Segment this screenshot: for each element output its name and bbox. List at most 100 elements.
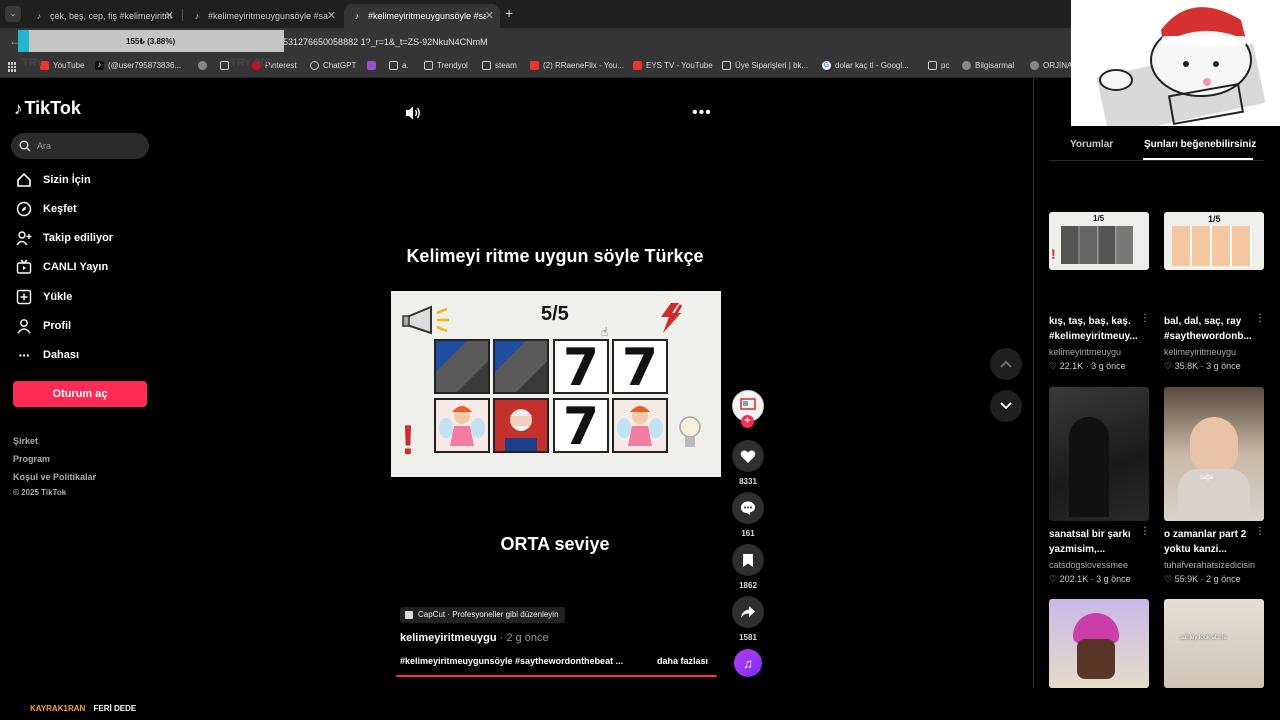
recommendation-stats: ♡ 55.9K · 2 g önce	[1164, 574, 1241, 584]
tab-close-icon[interactable]: ✕	[165, 9, 174, 22]
share-icon	[741, 606, 755, 618]
more-options-icon[interactable]: •••	[692, 104, 712, 122]
share-count: 1581	[739, 633, 757, 642]
music-disc-icon[interactable]: ♫	[734, 649, 762, 677]
recommendation-thumbnail[interactable]: 1/5 !	[1049, 212, 1149, 270]
recommendation-thumbnail[interactable]: sağa	[1164, 387, 1264, 521]
like-count: 8331	[739, 477, 757, 486]
bookmark-icon	[743, 553, 753, 567]
bookmark-bilgisarmal[interactable]: Bilgisarmal	[962, 61, 1014, 70]
folder-icon	[482, 61, 491, 70]
bookmark-chatgpt[interactable]: ChatGPT	[310, 61, 356, 70]
video-frame[interactable]: 5/5 7 7 7 ! ☝	[391, 291, 721, 477]
tab-close-icon[interactable]: ✕	[327, 9, 336, 22]
recommendation-title[interactable]: o zamanlar part 2	[1164, 527, 1254, 542]
bookmark-steam[interactable]: steam	[482, 61, 517, 70]
nav-canli-yayin[interactable]: CANLI Yayın	[15, 258, 108, 276]
recommendation-title[interactable]: bal, dal, saç, ray	[1164, 314, 1254, 329]
new-tab-button[interactable]: +	[505, 5, 513, 21]
video-caption-title: Kelimeyi ritme uygun söyle Türkçe	[406, 246, 704, 266]
nav-sizin-icin[interactable]: Sizin İçin	[15, 171, 91, 189]
bookmark-button[interactable]	[732, 544, 764, 576]
bookmark-youtube[interactable]: YouTube	[40, 61, 84, 70]
browser-tab-1[interactable]: ♪ çek, beş, cep, fiş #kelimeyiritme ✕	[26, 4, 180, 28]
tab-yorumlar[interactable]: Yorumlar	[1070, 139, 1113, 150]
share-button[interactable]	[732, 596, 764, 628]
recommendation-author[interactable]: kelimeyiritmeuygu	[1164, 347, 1236, 357]
footer-kosul[interactable]: Koşul ve Politikalar	[13, 472, 96, 482]
tab-title: çek, beş, cep, fiş #kelimeyiritme	[50, 11, 172, 21]
recommendation-thumbnail[interactable]	[1049, 387, 1149, 521]
follow-plus-button[interactable]: +	[741, 415, 754, 428]
heart-icon	[740, 450, 756, 463]
tab-search-button[interactable]: ⌄	[5, 6, 21, 22]
search-box[interactable]	[11, 133, 149, 159]
recommendation-more-icon[interactable]: ⋮	[1255, 526, 1265, 537]
cat-picture	[434, 339, 490, 394]
tiktok-icon: ♪	[36, 11, 42, 21]
previous-video-button[interactable]	[990, 348, 1022, 380]
recommendation-thumbnail[interactable]	[1049, 599, 1149, 688]
more-dots-icon: ···	[18, 347, 31, 363]
recommendation-thumbnail[interactable]: sahley look at me	[1164, 599, 1264, 688]
next-video-button[interactable]	[990, 390, 1022, 422]
apps-grid-icon[interactable]	[8, 62, 18, 72]
bookmark-rraeneflix[interactable]: (2) RRaeneFlix - You...	[530, 61, 624, 70]
document-icon	[722, 61, 731, 70]
recommendation-title-2[interactable]: yazmisim,...	[1049, 542, 1139, 557]
video-hashtags[interactable]: #kelimeyiritmeuygunsöyle #saythewordonth…	[400, 656, 623, 666]
recommendation-more-icon[interactable]: ⋮	[1255, 313, 1265, 324]
tab-sunlari-begenebilirsiniz[interactable]: Şunları beğenebilirsiniz	[1144, 139, 1256, 150]
recommendation-more-icon[interactable]: ⋮	[1140, 526, 1150, 537]
capcut-badge[interactable]: CapCut · Profesyoneller gibi düzenleyin	[400, 607, 565, 623]
bookmark-a[interactable]: a.	[389, 61, 409, 70]
like-button[interactable]	[732, 440, 764, 472]
recommendation-author[interactable]: catsdogslovessmee	[1049, 560, 1128, 570]
show-more-link[interactable]: daha fazlası	[657, 656, 708, 666]
recommendation-title[interactable]: kış, taş, baş, kaş.	[1049, 314, 1139, 329]
bookmark-pc[interactable]: pc	[928, 61, 949, 70]
tab-close-icon[interactable]: ✕	[485, 9, 494, 22]
recommendation-title-2[interactable]: #saythewordonb...	[1164, 329, 1254, 344]
video-author[interactable]: kelimeyiritmeuygu · 2 g önce	[400, 632, 549, 644]
recommendation-title[interactable]: sanatsal bir şarkı	[1049, 527, 1139, 542]
footer-sirket[interactable]: Şirket	[13, 436, 38, 446]
bookmark-eys-tv[interactable]: EYS TV - YouTube	[633, 61, 713, 70]
lightbulb-icon	[677, 413, 703, 458]
recommendation-stats: ♡ 35.8K · 3 g önce	[1164, 361, 1241, 371]
recommendation-title-2[interactable]: #kelimeyiritmeuy...	[1049, 329, 1139, 344]
compass-icon	[15, 200, 33, 218]
nav-kesfet[interactable]: Keşfet	[15, 200, 77, 218]
bookmark-tiktok-user[interactable]: ♪ (@user795873836...	[95, 61, 181, 70]
nav-dahasi[interactable]: ··· Dahası	[15, 346, 80, 364]
folder-icon	[389, 61, 398, 70]
volume-icon[interactable]	[404, 105, 422, 126]
video-progress-bar[interactable]	[396, 675, 717, 677]
browser-tab-2[interactable]: ♪ #kelimeyiritmeuygunsöyle #say ✕	[184, 4, 342, 28]
url-text[interactable]: 531276650058882 1?_r=1&_t=ZS-92NkuN4CNmM	[283, 37, 488, 47]
nav-yukle[interactable]: Yükle	[15, 288, 72, 306]
recommendation-more-icon[interactable]: ⋮	[1140, 313, 1150, 324]
nav-takip-ediliyor[interactable]: Takip ediliyor	[15, 229, 113, 247]
tiktok-logo[interactable]: ♪ TikTok	[14, 98, 81, 119]
nav-profil[interactable]: Profil	[15, 317, 71, 335]
footer-program[interactable]: Program	[13, 454, 50, 464]
login-button[interactable]: Oturum aç	[13, 381, 147, 407]
recommendation-author[interactable]: kelimeyiritmeuygu	[1049, 347, 1121, 357]
browser-tab-3-active[interactable]: ♪ #kelimeyiritmeuygunsöyle #say ✕	[344, 4, 500, 28]
bookmark-dolar[interactable]: Gdolar kaç tl - Googl...	[822, 61, 909, 70]
search-input[interactable]	[37, 141, 137, 151]
recommendation-author[interactable]: tuhafverahatsizedicisin	[1164, 560, 1255, 570]
bookmark-trendyol[interactable]: Trendyol	[424, 61, 468, 70]
recommendation-thumbnail[interactable]: 1/5	[1164, 212, 1264, 270]
bookmark-feather[interactable]	[367, 61, 380, 70]
price-ticker-overlay: 155₺ (3.88%)	[18, 30, 284, 52]
comment-button[interactable]	[732, 492, 764, 524]
recommendation-title-2[interactable]: yoktu kanzi...	[1164, 542, 1254, 557]
bookmark-globe[interactable]	[198, 61, 211, 70]
bookmark-orjinal[interactable]: ORJİNAL	[1030, 61, 1077, 70]
ticker-ghost-label: TRY 000	[230, 57, 273, 69]
bookmark-uye-siparisleri[interactable]: Üye Siparişleri | bk...	[722, 61, 808, 70]
fairy-picture	[434, 398, 490, 453]
ticker-value: 155₺ (3.88%)	[126, 37, 176, 46]
